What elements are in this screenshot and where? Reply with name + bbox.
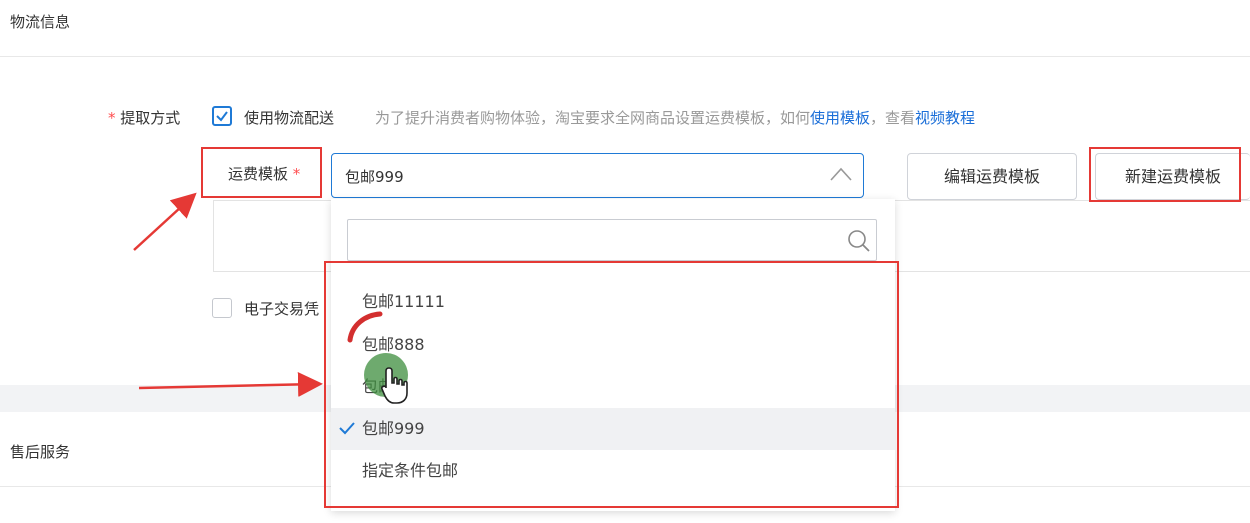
annotation-arrows — [133, 192, 408, 397]
annotation-scribble — [347, 311, 383, 343]
arrow-to-dropdown — [138, 371, 323, 397]
hand-cursor-icon — [381, 367, 408, 404]
arrow-to-template-label — [133, 192, 197, 251]
